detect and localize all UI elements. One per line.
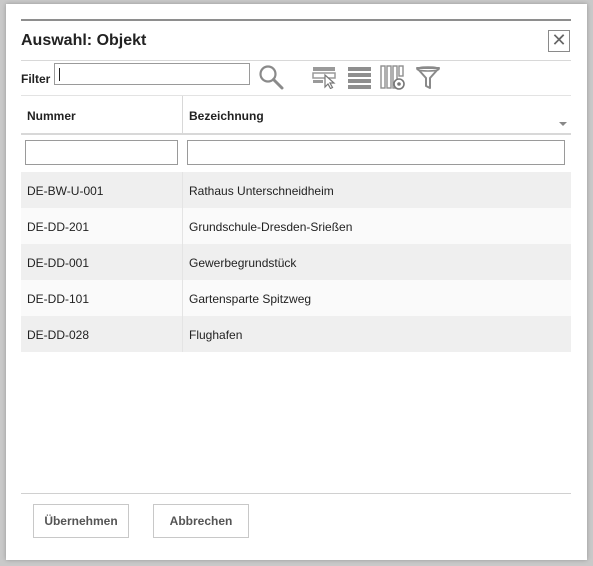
column-divider xyxy=(182,244,183,280)
table-header: Nummer Bezeichnung xyxy=(21,96,571,135)
dialog-header: Auswahl: Objekt ✕ xyxy=(21,19,571,61)
cell-bezeichnung: Gartensparte Spitzweg xyxy=(189,292,312,306)
accept-button[interactable]: Übernehmen xyxy=(33,504,129,538)
search-icon[interactable] xyxy=(258,64,285,91)
filter-funnel-icon[interactable] xyxy=(415,65,441,91)
dialog-title: Auswahl: Objekt xyxy=(21,32,147,49)
cell-nummer: DE-DD-101 xyxy=(27,292,90,306)
column-header-bezeichnung[interactable]: Bezeichnung xyxy=(189,109,264,123)
cell-bezeichnung: Grundschule-Dresden-Srießen xyxy=(189,220,353,234)
column-filter-row xyxy=(21,135,571,172)
list-view-icon[interactable] xyxy=(347,66,372,90)
column-divider[interactable] xyxy=(182,96,183,133)
column-divider xyxy=(182,172,183,208)
column-divider xyxy=(182,208,183,244)
cell-bezeichnung: Rathaus Unterschneidheim xyxy=(189,184,334,198)
filter-toolbar: Filter xyxy=(21,61,571,95)
filter-input[interactable] xyxy=(54,63,250,85)
close-icon: ✕ xyxy=(551,30,567,50)
sort-dropdown-icon[interactable] xyxy=(559,122,567,126)
table-body: DE-BW-U-001 Rathaus Unterschneidheim DE-… xyxy=(21,172,571,352)
select-row-icon[interactable] xyxy=(312,65,338,89)
cell-nummer: DE-DD-028 xyxy=(27,328,90,342)
text-cursor xyxy=(59,68,60,81)
column-divider xyxy=(182,280,183,316)
nummer-filter-input[interactable] xyxy=(25,140,178,165)
table-row[interactable]: DE-DD-101 Gartensparte Spitzweg xyxy=(21,280,571,316)
column-divider xyxy=(182,316,183,352)
cell-nummer: DE-DD-001 xyxy=(27,256,90,270)
column-header-nummer[interactable]: Nummer xyxy=(27,109,76,123)
cell-nummer: DE-BW-U-001 xyxy=(27,184,104,198)
close-button[interactable]: ✕ xyxy=(548,30,570,52)
column-settings-icon[interactable] xyxy=(380,65,406,91)
cell-nummer: DE-DD-201 xyxy=(27,220,90,234)
table-row[interactable]: DE-DD-201 Grundschule-Dresden-Srießen xyxy=(21,208,571,244)
cell-bezeichnung: Flughafen xyxy=(189,328,243,342)
table-row[interactable]: DE-DD-028 Flughafen xyxy=(21,316,571,352)
object-table: Nummer Bezeichnung DE-BW-U-001 Rathaus U… xyxy=(21,96,571,352)
table-row[interactable]: DE-BW-U-001 Rathaus Unterschneidheim xyxy=(21,172,571,208)
selection-dialog: Auswahl: Objekt ✕ Filter Nummer Bezeichn… xyxy=(6,4,587,560)
cell-bezeichnung: Gewerbegrundstück xyxy=(189,256,297,270)
filter-label: Filter xyxy=(21,72,51,86)
bezeichnung-filter-input[interactable] xyxy=(187,140,565,165)
cancel-button[interactable]: Abbrechen xyxy=(153,504,249,538)
table-row[interactable]: DE-DD-001 Gewerbegrundstück xyxy=(21,244,571,280)
footer-separator xyxy=(21,493,571,494)
